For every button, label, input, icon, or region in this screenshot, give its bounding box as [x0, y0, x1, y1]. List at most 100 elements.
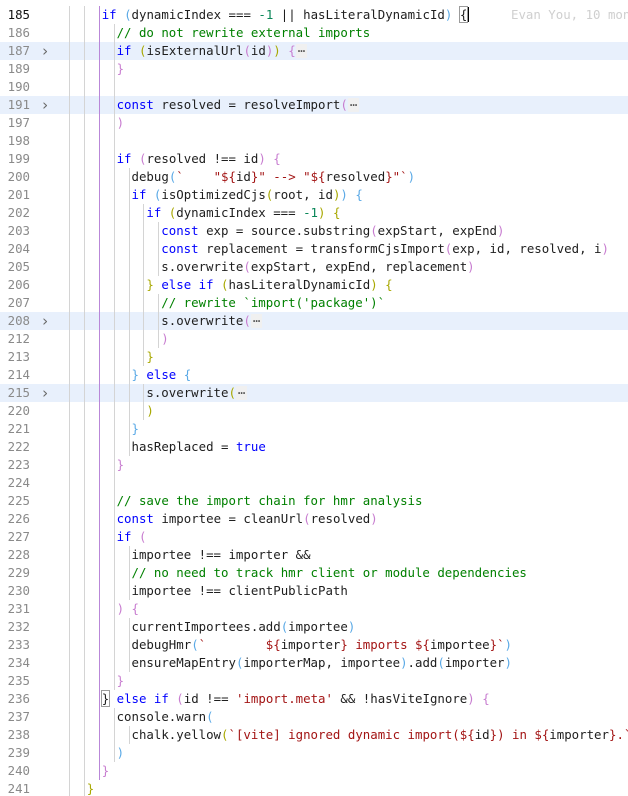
code-text[interactable]: }: [146, 348, 153, 366]
indent-guide: [83, 438, 85, 456]
indent-guide: [98, 294, 100, 312]
code-line[interactable]: 197): [0, 114, 628, 132]
code-text[interactable]: s.overwrite(⋯: [161, 312, 263, 330]
code-line[interactable]: 221}: [0, 420, 628, 438]
code-line[interactable]: 238 chalk.yellow(`[vite] ignored dynamic …: [0, 726, 628, 744]
code-text[interactable]: }: [102, 762, 109, 780]
code-text[interactable]: const exp = source.substring(expStart, e…: [161, 222, 504, 240]
indent-guide: [113, 96, 115, 114]
code-text[interactable]: }: [117, 672, 124, 690]
code-line[interactable]: 240}: [0, 762, 628, 780]
code-text[interactable]: if (dynamicIndex === -1 || hasLiteralDyn…: [102, 6, 470, 24]
code-text[interactable]: const importee = cleanUrl(resolved): [117, 510, 378, 528]
code-line[interactable]: 203 const exp = source.substring(expStart…: [0, 222, 628, 240]
code-text[interactable]: }: [117, 456, 124, 474]
code-text[interactable]: ): [117, 744, 124, 762]
code-text[interactable]: ) {: [117, 600, 139, 618]
code-line[interactable]: 189}: [0, 60, 628, 78]
code-line[interactable]: 237 console.warn(: [0, 708, 628, 726]
code-line[interactable]: 190: [0, 78, 628, 96]
code-line[interactable]: 202 if (dynamicIndex === -1) {: [0, 204, 628, 222]
code-text[interactable]: if (: [117, 528, 147, 546]
code-text[interactable]: s.overwrite(expStart, expEnd, replacemen…: [161, 258, 474, 276]
code-line[interactable]: 239): [0, 744, 628, 762]
code-line[interactable]: 224: [0, 474, 628, 492]
code-token: ` ${: [198, 637, 281, 652]
code-text[interactable]: ): [161, 330, 168, 348]
code-text[interactable]: } else {: [132, 366, 192, 384]
code-text[interactable]: ): [117, 114, 124, 132]
folded-ellipsis[interactable]: ⋯: [295, 44, 308, 58]
code-line[interactable]: 222 hasReplaced = true: [0, 438, 628, 456]
indent-guide: [128, 582, 130, 600]
code-token: id: [235, 169, 251, 184]
code-line[interactable]: 235}: [0, 672, 628, 690]
code-line[interactable]: 228 importee !== importer &&: [0, 546, 628, 564]
code-text[interactable]: if (dynamicIndex === -1) {: [146, 204, 340, 222]
code-text[interactable]: chalk.yellow(`[vite] ignored dynamic imp…: [132, 726, 628, 744]
code-line[interactable]: 213}: [0, 348, 628, 366]
code-line[interactable]: 204 const replacement = transformCjsImpor…: [0, 240, 628, 258]
code-line[interactable]: 232 currentImportees.add(importee): [0, 618, 628, 636]
code-text[interactable]: importee !== clientPublicPath: [132, 582, 348, 600]
code-line[interactable]: 234 ensureMapEntry (importerMap, importee)…: [0, 654, 628, 672]
code-line[interactable]: 215 › s.overwrite(⋯: [0, 384, 628, 402]
code-line[interactable]: 207 // rewrite `import('package')`: [0, 294, 628, 312]
code-text[interactable]: }: [117, 60, 124, 78]
code-text[interactable]: // rewrite `import('package')`: [161, 294, 385, 312]
code-line[interactable]: 198: [0, 132, 628, 150]
code-text[interactable]: const replacement = transformCjsImport(e…: [161, 240, 609, 258]
code-line[interactable]: 201 if (isOptimizedCjs(root, id)) {: [0, 186, 628, 204]
code-line[interactable]: 212): [0, 330, 628, 348]
chevron-right-icon[interactable]: ›: [40, 96, 50, 114]
code-line[interactable]: 229 // no need to track hmr client or mod…: [0, 564, 628, 582]
code-text[interactable]: }: [132, 420, 139, 438]
code-editor[interactable]: 185 if (dynamicIndex === -1 || hasLiteral…: [0, 0, 628, 796]
code-line[interactable]: 186 // do not rewrite external imports: [0, 24, 628, 42]
code-text[interactable]: // no need to track hmr client or module…: [132, 564, 527, 582]
folded-ellipsis[interactable]: ⋯: [235, 386, 248, 400]
code-line[interactable]: 236} else if (id !== 'import.meta' && !h…: [0, 690, 628, 708]
code-text[interactable]: if (isOptimizedCjs(root, id)) {: [132, 186, 363, 204]
code-text[interactable]: console.warn(: [117, 708, 214, 726]
code-text[interactable]: const resolved = resolveImport(⋯: [117, 96, 360, 114]
code-text[interactable]: } else if (hasLiteralDynamicId) {: [146, 276, 392, 294]
code-text[interactable]: importee !== importer &&: [132, 546, 311, 564]
code-line[interactable]: 185 if (dynamicIndex === -1 || hasLiteral…: [0, 6, 628, 24]
code-line[interactable]: 206} else if (hasLiteralDynamicId) {: [0, 276, 628, 294]
folded-ellipsis[interactable]: ⋯: [250, 314, 263, 328]
code-text[interactable]: // save the import chain for hmr analysi…: [117, 492, 423, 510]
code-line[interactable]: 220): [0, 402, 628, 420]
code-line[interactable]: 227 if (: [0, 528, 628, 546]
code-line[interactable]: 241}: [0, 780, 628, 796]
chevron-right-icon[interactable]: ›: [40, 42, 50, 60]
chevron-right-icon[interactable]: ›: [40, 384, 50, 402]
code-text[interactable]: if (isExternalUrl(id)) {⋯: [117, 42, 308, 60]
code-line[interactable]: 223}: [0, 456, 628, 474]
code-line[interactable]: 200 debug(` "${id}" --> "${resolved}"`): [0, 168, 628, 186]
code-line[interactable]: 226 const importee = cleanUrl(resolved): [0, 510, 628, 528]
code-line[interactable]: 225 // save the import chain for hmr anal…: [0, 492, 628, 510]
code-text[interactable]: }: [87, 780, 94, 796]
code-line[interactable]: 208 › s.overwrite(⋯: [0, 312, 628, 330]
code-text[interactable]: ensureMapEntry(importerMap, importee).ad…: [132, 654, 513, 672]
code-line[interactable]: 230 importee !== clientPublicPath: [0, 582, 628, 600]
code-text[interactable]: // do not rewrite external imports: [117, 24, 371, 42]
code-text[interactable]: debug(` "${id}" --> "${resolved}"`): [132, 168, 416, 186]
code-text[interactable]: debugHmr(` ${importer} imports ${importe…: [132, 636, 513, 654]
folded-ellipsis[interactable]: ⋯: [347, 98, 360, 112]
code-line[interactable]: 233 debugHmr(` ${importer} imports ${impo…: [0, 636, 628, 654]
code-text[interactable]: hasReplaced = true: [132, 438, 266, 456]
chevron-right-icon[interactable]: ›: [40, 312, 50, 330]
code-text[interactable]: ): [146, 402, 153, 420]
code-text[interactable]: s.overwrite(⋯: [146, 384, 248, 402]
code-line[interactable]: 191 › const resolved = resolveImport(⋯: [0, 96, 628, 114]
code-line[interactable]: 187 › if (isExternalUrl(id)) {⋯: [0, 42, 628, 60]
code-line[interactable]: 214} else {: [0, 366, 628, 384]
code-text[interactable]: } else if (id !== 'import.meta' && !hasV…: [100, 690, 490, 708]
code-text[interactable]: currentImportees.add(importee): [132, 618, 356, 636]
code-line[interactable]: 205 s.overwrite(expStart, expEnd, replace…: [0, 258, 628, 276]
code-line[interactable]: 231) {: [0, 600, 628, 618]
code-text[interactable]: if (resolved !== id) {: [117, 150, 281, 168]
code-line[interactable]: 199 if (resolved !== id) {: [0, 150, 628, 168]
